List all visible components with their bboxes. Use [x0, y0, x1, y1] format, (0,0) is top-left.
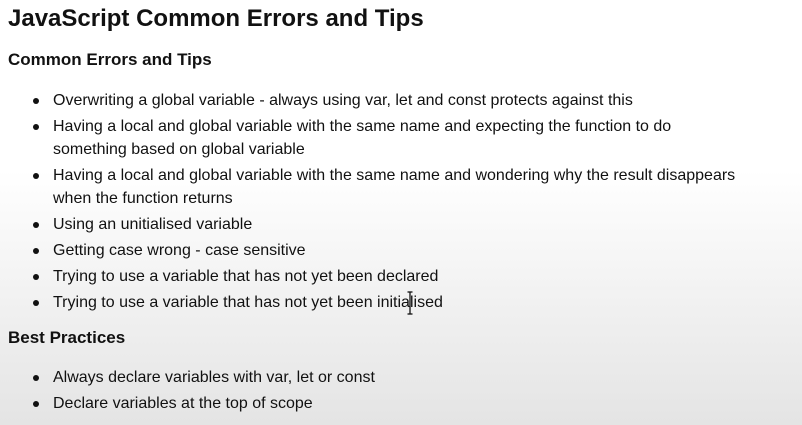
list-item-text: Having a local and global variable with … [53, 167, 736, 184]
list-item-text: Getting case wrong - case sensitive [53, 242, 306, 259]
best-practices-list: Always declare variables with var, let o… [0, 366, 800, 418]
bullet-icon [33, 124, 39, 130]
list-item-text: Trying to use a variable that has not ye… [53, 268, 439, 285]
list-item: Having a local and global variable with … [0, 164, 800, 210]
document-page: JavaScript Common Errors and Tips Common… [0, 0, 802, 425]
list-item: Having a local and global variable with … [0, 115, 800, 161]
bullet-icon [33, 300, 39, 306]
section-heading-common-errors: Common Errors and Tips [8, 50, 212, 69]
list-item: Declare variables at the top of scope [0, 392, 800, 415]
bullet-icon [33, 274, 39, 280]
bullet-icon [33, 173, 39, 179]
list-item-text: Having a local and global variable with … [53, 118, 672, 135]
list-item-text: when the function returns [53, 190, 233, 207]
bullet-icon [33, 375, 39, 381]
list-item: Using an unitialised variable [0, 213, 800, 236]
bullet-icon [33, 248, 39, 254]
list-item-text: Declare variables at the top of scope [53, 395, 313, 412]
bullet-icon [33, 401, 39, 407]
page-title: JavaScript Common Errors and Tips [8, 5, 424, 32]
list-item-text: Using an unitialised variable [53, 216, 253, 233]
list-item-text: Trying to use a variable that has not ye… [53, 294, 443, 311]
list-item: Trying to use a variable that has not ye… [0, 291, 800, 314]
list-item-text: Overwriting a global variable - always u… [53, 92, 633, 109]
list-item: Overwriting a global variable - always u… [0, 89, 800, 112]
list-item-text: something based on global variable [53, 141, 305, 158]
bullet-icon [33, 98, 39, 104]
list-item-text: Always declare variables with var, let o… [53, 369, 375, 386]
text-cursor-icon [407, 291, 413, 315]
bullet-icon [33, 222, 39, 228]
list-item: Always declare variables with var, let o… [0, 366, 800, 389]
list-item: Getting case wrong - case sensitive [0, 239, 800, 262]
section-heading-best-practices: Best Practices [8, 328, 126, 347]
list-item: Trying to use a variable that has not ye… [0, 265, 800, 288]
common-errors-list: Overwriting a global variable - always u… [0, 89, 800, 317]
